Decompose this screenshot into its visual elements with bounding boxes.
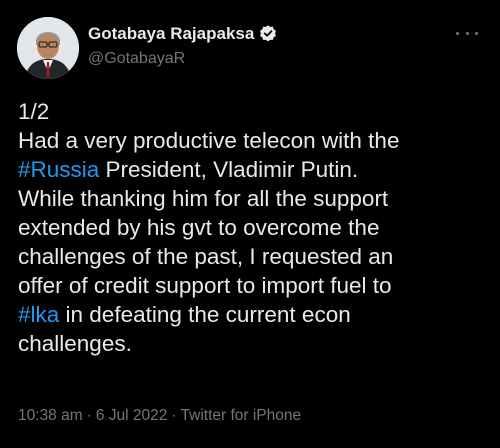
meta-separator: ·	[86, 407, 92, 424]
tweet-line: offer of credit support to import fuel t…	[18, 273, 392, 298]
tweet-line: extended by his gvt to overcome the	[18, 215, 380, 240]
hashtag-lka-link[interactable]: #lka	[18, 302, 59, 327]
author-block: Gotabaya Rajapaksa @GotabayaR	[88, 23, 278, 68]
tweet-text: 1/2 Had a very productive telecon with t…	[18, 97, 488, 358]
tweet-line: challenges of the past, I requested an	[18, 244, 394, 269]
more-horizontal-icon[interactable]	[456, 28, 478, 38]
more-dot	[465, 31, 469, 35]
tweet-line: While thanking him for all the support	[18, 186, 389, 211]
more-dot	[475, 31, 478, 35]
user-handle[interactable]: @GotabayaR	[88, 50, 278, 68]
tweet-date[interactable]: 6 Jul 2022	[96, 407, 168, 424]
tweet-meta: 10:38 am · 6 Jul 2022 · Twitter for iPhone	[18, 407, 301, 425]
meta-separator: ·	[171, 407, 177, 424]
avatar[interactable]	[17, 17, 79, 79]
tweet-line: #Russia President, Vladimir Putin.	[18, 155, 488, 184]
tweet-line: 1/2	[18, 99, 50, 124]
verified-badge-icon	[258, 24, 278, 44]
profile-photo-image	[17, 17, 79, 79]
name-row: Gotabaya Rajapaksa	[88, 23, 278, 45]
tweet-line: #lka in defeating the current econ	[18, 300, 488, 329]
tweet-line: challenges.	[18, 331, 132, 356]
more-dot	[456, 31, 459, 35]
tweet-line-text: President, Vladimir Putin.	[99, 157, 359, 182]
display-name[interactable]: Gotabaya Rajapaksa	[88, 24, 254, 44]
tweet-time[interactable]: 10:38 am	[18, 407, 83, 424]
tweet-line: Had a very productive telecon with the	[18, 128, 400, 153]
tweet-card: Gotabaya Rajapaksa @GotabayaR 1/2 Had a …	[0, 0, 500, 448]
tweet-source[interactable]: Twitter for iPhone	[181, 407, 302, 424]
tweet-line-text: in defeating the current econ	[59, 302, 351, 327]
hashtag-russia-link[interactable]: #Russia	[18, 157, 99, 182]
